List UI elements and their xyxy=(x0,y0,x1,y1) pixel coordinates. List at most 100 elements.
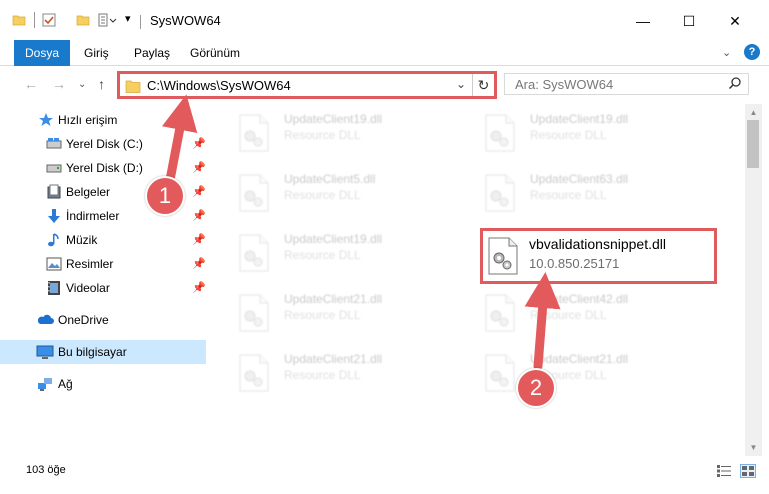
file-name: UpdateClient19.dll xyxy=(284,112,383,126)
folder-icon xyxy=(125,79,141,96)
sidebar-item-onedrive[interactable]: OneDrive xyxy=(0,308,206,332)
pin-icon[interactable]: 📌 xyxy=(192,137,206,150)
file-item[interactable]: UpdateClient5.dll Resource DLL xyxy=(228,166,458,218)
pin-icon[interactable]: 📌 xyxy=(192,257,206,270)
file-item-vbvalidationsnippet[interactable]: vbvalidationsnippet.dll 10.0.850.25171 xyxy=(480,228,717,284)
sidebar-item-pictures[interactable]: Resimler 📌 xyxy=(0,252,206,276)
address-dropdown-icon[interactable]: ⌄ xyxy=(456,77,466,91)
file-name: UpdateClient42.dll xyxy=(530,292,629,306)
file-item[interactable]: UpdateClient21.dll Resource DLL xyxy=(228,346,458,398)
sidebar-item-this-pc[interactable]: Bu bilgisayar xyxy=(0,340,206,364)
customize-icon[interactable] xyxy=(98,13,118,30)
sidebar-item-label: İndirmeler xyxy=(66,209,120,223)
pin-icon[interactable]: 📌 xyxy=(192,185,206,198)
sidebar-item-drive-d[interactable]: Yerel Disk (D:) 📌 xyxy=(0,156,206,180)
file-description: Resource DLL xyxy=(284,128,361,142)
address-path[interactable]: C:\Windows\SysWOW64 xyxy=(147,78,291,93)
computer-icon xyxy=(36,344,54,360)
help-icon[interactable]: ? xyxy=(744,44,760,60)
recent-locations-icon[interactable]: ⌄ xyxy=(78,79,86,90)
file-item[interactable]: UpdateClient42.dll Resource DLL xyxy=(474,286,704,338)
tab-view[interactable]: Görünüm xyxy=(180,40,250,66)
forward-arrow-icon[interactable]: → xyxy=(52,76,66,92)
back-arrow-icon[interactable]: ← xyxy=(24,76,38,92)
file-description: Resource DLL xyxy=(284,248,361,262)
file-name: UpdateClient19.dll xyxy=(530,112,629,126)
dll-file-icon xyxy=(484,294,516,332)
details-view-icon[interactable] xyxy=(716,464,732,478)
up-arrow-icon[interactable]: ↑ xyxy=(98,76,105,92)
documents-icon xyxy=(46,184,62,200)
sidebar-item-network[interactable]: Ağ xyxy=(0,372,206,396)
expand-ribbon-icon[interactable]: ⌄ xyxy=(722,46,731,59)
file-name: UpdateClient21.dll xyxy=(284,292,383,306)
scroll-down-icon[interactable]: ▼ xyxy=(745,439,762,456)
pin-icon[interactable]: 📌 xyxy=(192,281,206,294)
new-folder-icon[interactable] xyxy=(76,13,90,30)
large-icons-view-icon[interactable] xyxy=(740,464,756,478)
sidebar-item-label: Hızlı erişim xyxy=(58,113,118,127)
sidebar-item-label: Videolar xyxy=(66,281,110,295)
sidebar-item-label: OneDrive xyxy=(58,313,109,327)
tab-file[interactable]: Dosya xyxy=(14,40,70,66)
scrollbar-thumb[interactable] xyxy=(747,120,759,168)
sidebar-item-videos[interactable]: Videolar 📌 xyxy=(0,276,206,300)
file-name: UpdateClient21.dll xyxy=(284,352,383,366)
file-name: UpdateClient63.dll xyxy=(530,172,629,186)
file-item[interactable]: UpdateClient19.dll Resource DLL xyxy=(474,106,704,158)
refresh-icon[interactable]: ↻ xyxy=(472,74,494,96)
quick-access-dropdown-icon[interactable]: ▾ xyxy=(125,12,131,25)
sidebar-item-label: Müzik xyxy=(66,233,98,247)
minimize-button[interactable]: — xyxy=(620,8,666,34)
properties-icon[interactable] xyxy=(42,13,56,30)
navigation-pane: Hızlı erişim Yerel Disk (C:) 📌 Yerel Dis… xyxy=(0,104,212,456)
file-description: Resource DLL xyxy=(530,128,607,142)
sidebar-item-label: Yerel Disk (D:) xyxy=(66,161,143,175)
file-description: Resource DLL xyxy=(284,308,361,322)
sidebar-item-label: Yerel Disk (C:) xyxy=(66,137,143,151)
file-item[interactable]: UpdateClient19.dll Resource DLL xyxy=(228,106,458,158)
search-box[interactable]: Ara: SysWOW64 xyxy=(504,73,749,95)
pin-icon[interactable]: 📌 xyxy=(192,161,206,174)
drive-icon xyxy=(46,160,62,176)
callout-badge-2: 2 xyxy=(516,368,556,408)
sidebar-item-quick-access[interactable]: Hızlı erişim xyxy=(0,108,206,132)
music-icon xyxy=(46,232,62,248)
pin-icon[interactable]: 📌 xyxy=(192,233,206,246)
dll-file-icon xyxy=(238,174,270,212)
ribbon-tabs: Dosya Giriş Paylaş Görünüm ⌄ ? xyxy=(0,40,769,66)
file-list: UpdateClient19.dll Resource DLL UpdateCl… xyxy=(212,104,745,456)
search-icon[interactable] xyxy=(728,76,742,93)
tab-share[interactable]: Paylaş xyxy=(124,40,180,66)
address-bar[interactable]: C:\Windows\SysWOW64 ⌄ ↻ xyxy=(117,71,497,99)
file-item[interactable]: UpdateClient19.dll Resource DLL xyxy=(228,226,458,278)
dll-file-icon xyxy=(238,354,270,392)
dll-file-icon xyxy=(484,174,516,212)
drive-icon xyxy=(46,136,62,152)
status-bar: 103 öğe xyxy=(0,456,769,494)
dll-file-icon xyxy=(238,234,270,272)
sidebar-item-label: Bu bilgisayar xyxy=(58,345,127,359)
pin-icon[interactable]: 📌 xyxy=(192,209,206,222)
pictures-icon xyxy=(46,256,62,272)
scroll-up-icon[interactable]: ▲ xyxy=(745,104,762,121)
sidebar-item-drive-c[interactable]: Yerel Disk (C:) 📌 xyxy=(0,132,206,156)
file-description: Resource DLL xyxy=(284,188,361,202)
file-item[interactable]: UpdateClient21.dll Resource DLL xyxy=(228,286,458,338)
dll-file-icon xyxy=(487,237,519,275)
file-item[interactable]: UpdateClient21.dll Resource DLL xyxy=(474,346,704,398)
sidebar-item-music[interactable]: Müzik 📌 xyxy=(0,228,206,252)
videos-icon xyxy=(46,280,62,296)
tab-home[interactable]: Giriş xyxy=(74,40,119,66)
file-description: Resource DLL xyxy=(530,188,607,202)
close-button[interactable]: ✕ xyxy=(712,8,758,34)
file-name: UpdateClient5.dll xyxy=(284,172,376,186)
maximize-button[interactable]: ☐ xyxy=(666,8,712,34)
file-item[interactable]: UpdateClient63.dll Resource DLL xyxy=(474,166,704,218)
quick-access-divider xyxy=(34,12,35,28)
search-placeholder[interactable]: Ara: SysWOW64 xyxy=(515,77,613,92)
file-description: Resource DLL xyxy=(530,308,607,322)
file-name: vbvalidationsnippet.dll xyxy=(529,236,666,252)
folder-icon xyxy=(12,13,26,30)
vertical-scrollbar[interactable]: ▲ ▼ xyxy=(745,104,762,456)
